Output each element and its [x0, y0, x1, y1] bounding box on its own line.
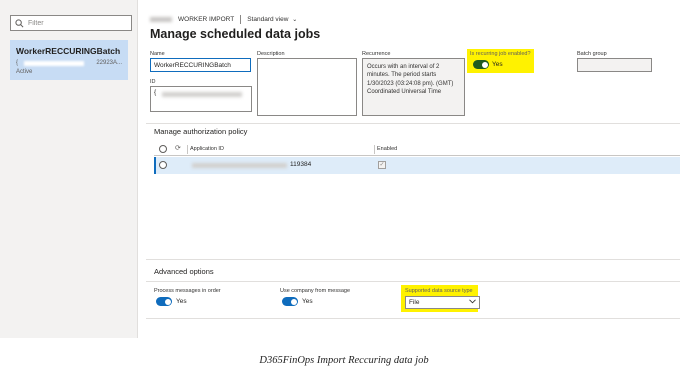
batch-group-field[interactable] — [577, 58, 652, 72]
auth-policy-grid: ⟳ Application ID Enabled 119384 ✓ — [154, 143, 680, 175]
recurrence-label: Recurrence — [362, 51, 391, 57]
section-divider — [146, 123, 680, 124]
recurring-enabled-value: Yes — [492, 61, 503, 68]
data-source-value: File — [409, 299, 420, 306]
list-item-title: WorkerRECCURINGBatch — [16, 46, 121, 56]
select-all-radio[interactable] — [159, 145, 167, 153]
refresh-icon[interactable]: ⟳ — [175, 144, 181, 152]
application-id-suffix: 119384 — [290, 161, 312, 168]
auth-policy-title: Manage authorization policy — [154, 127, 248, 136]
list-item-id-suffix: 22923A... — [96, 60, 122, 66]
column-header-enabled[interactable]: Enabled — [377, 146, 397, 152]
redacted-id-value — [162, 92, 243, 97]
column-separator — [187, 145, 188, 154]
data-source-label: Supported data source type — [405, 288, 473, 294]
id-field[interactable]: { — [150, 86, 252, 112]
left-list-pane: WorkerRECCURINGBatch { 22923A... Active — [0, 0, 138, 338]
description-label: Description — [257, 51, 285, 57]
chevron-down-icon: ⌄ — [292, 17, 298, 23]
use-company-toggle[interactable] — [282, 297, 298, 306]
batch-group-label: Batch group — [577, 51, 607, 57]
search-icon — [15, 18, 24, 28]
view-selector[interactable]: Standard view ⌄ — [247, 16, 297, 23]
breadcrumb[interactable]: WORKER IMPORT — [178, 16, 234, 23]
use-company-value: Yes — [302, 298, 313, 305]
page-title: Manage scheduled data jobs — [150, 27, 321, 41]
view-label: Standard view — [247, 16, 289, 23]
topbar-separator — [240, 15, 242, 24]
id-label: ID — [150, 79, 156, 85]
filter-input[interactable] — [28, 19, 128, 27]
row-select-radio[interactable] — [159, 161, 167, 169]
bottom-divider — [146, 318, 680, 319]
name-value: WorkerRECCURINGBatch — [154, 61, 231, 69]
list-item-id-row: { 22923A... — [16, 60, 122, 66]
list-item-selected[interactable]: WorkerRECCURINGBatch { 22923A... Active — [10, 40, 128, 80]
process-in-order-label: Process messages in order — [154, 288, 221, 294]
redacted-breadcrumb-prefix — [150, 17, 172, 22]
column-header-application-id[interactable]: Application ID — [190, 146, 224, 152]
figure-caption: D365FinOps Import Reccuring data job — [259, 355, 429, 366]
recurrence-value[interactable]: Occurs with an interval of 2 minutes. Th… — [362, 58, 465, 116]
list-item-status: Active — [16, 69, 33, 75]
enabled-checkbox[interactable]: ✓ — [378, 161, 386, 169]
recurring-enabled-toggle[interactable] — [473, 60, 489, 69]
process-in-order-toggle[interactable] — [156, 297, 172, 306]
section-divider — [146, 281, 680, 282]
name-field[interactable]: WorkerRECCURINGBatch — [150, 58, 251, 72]
description-field[interactable] — [257, 58, 357, 116]
chevron-down-icon — [469, 299, 476, 306]
section-divider — [146, 259, 680, 260]
column-separator — [374, 145, 375, 154]
recurring-enabled-label: Is recurring job enabled? — [470, 51, 531, 57]
id-value-prefix: { — [154, 89, 157, 96]
data-source-select[interactable]: File — [405, 296, 480, 309]
table-row[interactable]: 119384 ✓ — [154, 157, 680, 174]
filter-box[interactable] — [10, 15, 132, 31]
advanced-options-title: Advanced options — [154, 267, 214, 276]
grid-header: ⟳ Application ID Enabled — [154, 143, 680, 156]
screenshot: WorkerRECCURINGBatch { 22923A... Active … — [0, 0, 688, 338]
top-bar: WORKER IMPORT Standard view ⌄ — [150, 15, 297, 24]
process-in-order-value: Yes — [176, 298, 187, 305]
redacted-id — [24, 60, 85, 66]
redacted-application-id — [192, 163, 287, 168]
use-company-label: Use company from message — [280, 288, 350, 294]
name-label: Name — [150, 51, 165, 57]
